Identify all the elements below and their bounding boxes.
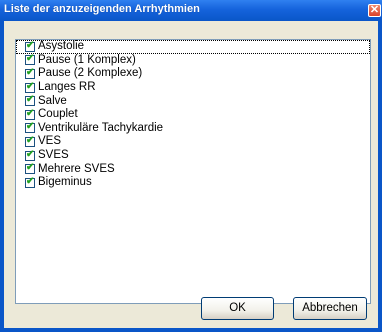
close-button[interactable]: ✕ [368,4,381,17]
list-item-couplet[interactable]: ✔ Couplet [16,108,370,122]
dialog-window: Liste der anzuzeigenden Arrhythmien ✕ ✔ … [0,0,382,332]
checkbox[interactable]: ✔ [25,39,35,52]
window-frame-bottom [0,328,382,332]
checkmark-icon: ✔ [26,66,35,78]
checkmark-icon: ✔ [26,107,35,119]
list-item-label: Langes RR [38,81,96,94]
dialog-body: ✔ Asystolie ✔ Pause (1 Komplex) ✔ Pause … [4,21,378,328]
list-item-label: Couplet [38,108,78,121]
checkmark-icon: ✔ [26,53,35,65]
cancel-button[interactable]: Abbrechen [293,297,367,320]
checklist-items: ✔ Asystolie ✔ Pause (1 Komplex) ✔ Pause … [16,40,370,190]
checkbox[interactable]: ✔ [25,94,35,107]
checkmark-icon: ✔ [26,94,35,106]
list-item-langes-rr[interactable]: ✔ Langes RR [16,81,370,95]
checkmark-icon: ✔ [26,134,35,146]
close-icon: ✕ [369,4,380,16]
list-item-label: Ventrikuläre Tachykardie [38,121,164,134]
list-item-ves[interactable]: ✔ VES [16,135,370,149]
ok-button[interactable]: OK [201,297,274,320]
list-item-pause-2[interactable]: ✔ Pause (2 Komplexe) [16,67,370,81]
title-bar[interactable]: Liste der anzuzeigenden Arrhythmien ✕ [0,0,382,21]
checkbox[interactable]: ✔ [25,148,35,161]
checkbox[interactable]: ✔ [25,121,35,134]
checkmark-icon: ✔ [26,121,35,133]
checkbox[interactable]: ✔ [25,175,35,188]
arrhythmia-checklist[interactable]: ✔ Asystolie ✔ Pause (1 Komplex) ✔ Pause … [15,39,371,304]
checkbox[interactable]: ✔ [25,134,35,147]
checkbox[interactable]: ✔ [25,80,35,93]
checkmark-icon: ✔ [26,162,35,174]
list-item-label: Asystolie [38,40,85,53]
checkbox[interactable]: ✔ [25,66,35,79]
list-item-salve[interactable]: ✔ Salve [16,94,370,108]
list-item-label: SVES [38,149,69,162]
checkmark-icon: ✔ [26,80,35,92]
list-item-label: Pause (2 Komplexe) [38,67,143,80]
list-item-mehrere-sves[interactable]: ✔ Mehrere SVES [16,162,370,176]
list-item-label: Salve [38,94,67,107]
checkbox[interactable]: ✔ [25,53,35,66]
checkmark-icon: ✔ [26,39,35,51]
checkbox[interactable]: ✔ [25,162,35,175]
checkmark-icon: ✔ [26,175,35,187]
list-item-label: Mehrere SVES [38,162,115,175]
list-item-label: Bigeminus [38,176,92,189]
list-item-asystolie[interactable]: ✔ Asystolie [16,40,370,54]
list-item-sves[interactable]: ✔ SVES [16,149,370,163]
window-title: Liste der anzuzeigenden Arrhythmien [4,3,200,15]
list-item-vt[interactable]: ✔ Ventrikuläre Tachykardie [16,121,370,136]
list-item-label: Pause (1 Komplex) [38,53,136,66]
list-item-label: VES [38,135,62,148]
list-item-bigeminus[interactable]: ✔ Bigeminus [16,176,370,190]
checkbox[interactable]: ✔ [25,107,35,120]
list-item-pause-1[interactable]: ✔ Pause (1 Komplex) [16,53,370,68]
checkmark-icon: ✔ [26,148,35,160]
